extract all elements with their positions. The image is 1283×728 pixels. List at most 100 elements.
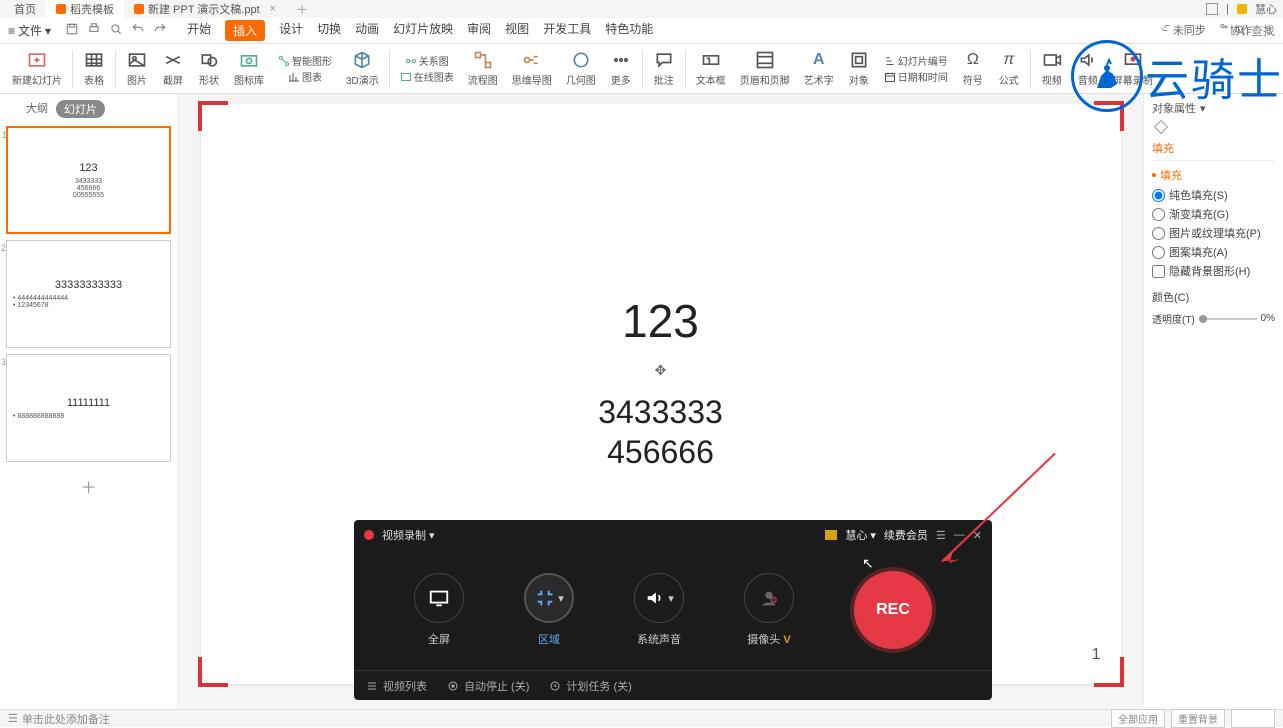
tab-dev[interactable]: 开发工具	[543, 20, 591, 41]
menu-icon[interactable]: ☰	[936, 529, 946, 542]
close-icon[interactable]: ✕	[973, 529, 982, 542]
audio-option[interactable]: ▾ 系统声音	[634, 573, 684, 647]
hide-bg-check[interactable]: 隐藏背景图形(H)	[1152, 263, 1275, 279]
fill-section: 填充	[1152, 167, 1275, 183]
slide-text-1[interactable]: 3433333	[201, 394, 1121, 431]
more-button[interactable]: 更多	[604, 50, 638, 87]
smart-graphic-button[interactable]: 智能图形	[278, 53, 332, 68]
datetime-button[interactable]: 日期和时间	[884, 69, 948, 84]
watermark-logo: 云骑士	[1071, 40, 1283, 112]
fill-solid[interactable]: 纯色填充(S)	[1152, 187, 1275, 203]
screenshot-button[interactable]: 截屏	[156, 50, 190, 87]
slide-text-2[interactable]: 456666	[201, 434, 1121, 471]
fullscreen-option[interactable]: 全屏	[414, 573, 464, 647]
tab-transition[interactable]: 切换	[317, 20, 341, 41]
slide-thumb-3[interactable]: 3 11111111 • 888888888888	[6, 354, 171, 462]
online-chart-button[interactable]: 在线图表	[400, 69, 454, 84]
save-icon[interactable]	[65, 22, 79, 39]
table-button[interactable]: 表格	[77, 50, 111, 87]
slide-thumb-1[interactable]: 1 123 3433333 456666 00555555	[6, 126, 171, 234]
redo-icon[interactable]	[153, 22, 167, 39]
title-tabs: 首页 稻壳模板 新建 PPT 演示文稿.ppt× ＋	[0, 0, 1283, 18]
3d-demo-button[interactable]: 3D演示	[340, 50, 385, 87]
collab-button[interactable]: 协作	[1218, 22, 1252, 38]
reset-bg-button[interactable]: 重置背景	[1171, 709, 1225, 728]
outline-tab[interactable]: 大纲	[26, 100, 48, 118]
recorder-titlebar[interactable]: 视频录制 ▾ 慧心 ▾ 续费会员 ☰ — ✕	[354, 520, 992, 550]
fill-picture[interactable]: 图片或纹理填充(P)	[1152, 225, 1275, 241]
user-name[interactable]: 慧心	[1255, 1, 1277, 17]
record-frame-corner	[198, 657, 228, 687]
camera-option[interactable]: 摄像头 V	[744, 573, 794, 647]
tab-document[interactable]: 新建 PPT 演示文稿.ppt×	[124, 0, 286, 19]
headerfooter-button[interactable]: 页眉和页脚	[734, 50, 796, 87]
member-icon	[825, 530, 837, 540]
move-cursor-icon: ✥	[655, 362, 667, 379]
opacity-row: 透明度(T) 0%	[1152, 311, 1275, 326]
file-menu[interactable]: ≡ 文件 ▾	[8, 22, 51, 39]
preview-icon[interactable]	[109, 22, 123, 39]
recorder-logo-icon	[364, 530, 374, 540]
tab-slideshow[interactable]: 幻灯片放映	[393, 20, 453, 41]
video-button[interactable]: 视频	[1035, 50, 1069, 87]
recorder-title: 视频录制 ▾	[382, 527, 435, 543]
apply-all-button[interactable]: 全部应用	[1111, 709, 1165, 728]
textbox-button[interactable]: 文本框	[690, 50, 732, 87]
renew-link[interactable]: 续费会员	[884, 527, 928, 543]
slides-tab[interactable]: 幻灯片	[56, 100, 105, 118]
auto-stop-button[interactable]: 自动停止 (关)	[447, 678, 529, 694]
chart-button[interactable]: 图表	[288, 69, 322, 84]
fill-pattern[interactable]: 图案填充(A)	[1152, 244, 1275, 260]
tab-animation[interactable]: 动画	[355, 20, 379, 41]
record-button[interactable]: REC	[854, 571, 932, 649]
recorder-user[interactable]: 慧心 ▾	[845, 527, 876, 543]
symbol-button[interactable]: Ω符号	[956, 50, 990, 87]
fill-tab[interactable]: 填充	[1152, 140, 1275, 161]
formula-button[interactable]: π公式	[992, 50, 1026, 87]
app-box-icon[interactable]	[1206, 3, 1218, 15]
object-button[interactable]: 对象	[842, 50, 876, 87]
tab-home[interactable]: 首页	[4, 0, 46, 19]
add-slide-button[interactable]: ＋	[6, 468, 171, 504]
tab-view[interactable]: 视图	[505, 20, 529, 41]
mindmap-button[interactable]: 思维导图	[506, 50, 558, 87]
print-icon[interactable]	[87, 22, 101, 39]
slide-title[interactable]: 123	[201, 294, 1121, 348]
minimize-icon[interactable]: —	[954, 529, 965, 541]
opacity-slider[interactable]	[1199, 318, 1257, 320]
sync-status[interactable]: 未同步	[1161, 22, 1206, 38]
tab-template[interactable]: 稻壳模板	[46, 0, 124, 19]
notes-placeholder[interactable]: ☰ 单击此处添加备注	[8, 711, 110, 727]
shape-button[interactable]: 形状	[192, 50, 226, 87]
tab-features[interactable]: 特色功能	[605, 20, 653, 41]
flow-button[interactable]: 流程图	[462, 50, 504, 87]
gallery-button[interactable]: 图标库	[228, 50, 270, 87]
slidenum-button[interactable]: 幻灯片编号	[884, 53, 948, 68]
slide-panel: 大纲 幻灯片 1 123 3433333 456666 00555555 2 3…	[0, 94, 178, 709]
new-tab-button[interactable]: ＋	[296, 1, 308, 18]
cursor-icon: ↖	[862, 555, 874, 572]
tab-insert[interactable]: 插入	[225, 20, 265, 41]
undo-icon[interactable]	[131, 22, 145, 39]
slide-thumb-2[interactable]: 2 33333333333 • 4444444444444 • 12345678	[6, 240, 171, 348]
watermark-text: 云骑士	[1145, 44, 1283, 108]
plan-task-button[interactable]: 计划任务 (关)	[549, 678, 631, 694]
comment-button[interactable]: 批注	[647, 50, 681, 87]
thumbs-header: 大纲 幻灯片	[6, 98, 171, 120]
video-list-button[interactable]: 视频列表	[366, 678, 427, 694]
properties-panel: 对象属性 ▾ 填充 填充 纯色填充(S) 渐变填充(G) 图片或纹理填充(P) …	[1143, 94, 1283, 709]
tips-button[interactable]: 操作技	[1231, 709, 1275, 728]
new-slide-button[interactable]: 新建幻灯片	[6, 50, 68, 87]
share-icon[interactable]: ⇪	[1264, 24, 1273, 37]
wordart-button[interactable]: A艺术字	[798, 50, 840, 87]
close-icon[interactable]: ×	[270, 3, 276, 15]
tab-start[interactable]: 开始	[187, 20, 211, 41]
fill-gradient[interactable]: 渐变填充(G)	[1152, 206, 1275, 222]
tab-review[interactable]: 审阅	[467, 20, 491, 41]
shape-icon[interactable]	[1154, 120, 1168, 134]
region-option[interactable]: ▾ 区域	[524, 573, 574, 647]
tab-design[interactable]: 设计	[279, 20, 303, 41]
anyshape-button[interactable]: 几何图	[560, 50, 602, 87]
image-button[interactable]: 图片	[120, 50, 154, 87]
relation-button[interactable]: 关系图	[405, 53, 449, 68]
